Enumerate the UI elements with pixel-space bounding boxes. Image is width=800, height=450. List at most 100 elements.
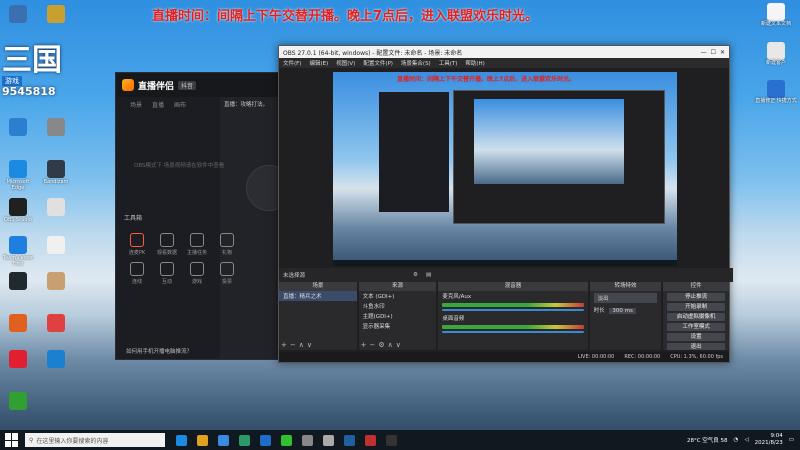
obs-window[interactable]: OBS 27.0.1 (64-bit, windows) - 配置文件: 未命名… — [278, 45, 733, 363]
close-icon[interactable]: ✕ — [720, 49, 725, 56]
live-bottom-link[interactable]: 如何用手机开播电脑推流？ — [126, 347, 192, 355]
mixer-channel-label: 桌面音频 — [442, 316, 465, 322]
search-placeholder: 在这里输入你要搜索的内容 — [36, 437, 109, 445]
exit-button[interactable]: 退出 — [667, 343, 726, 350]
taskbar-app-icon[interactable] — [323, 434, 334, 446]
tool-label: 观看数据 — [156, 250, 177, 256]
preview-live-app — [379, 92, 449, 212]
brand-number: 9545818 — [2, 85, 56, 98]
live-tab[interactable]: 直播 — [152, 100, 164, 109]
sources-footer-controls[interactable]: +−⚙∧∨ — [361, 341, 404, 349]
app-icon — [9, 236, 27, 254]
taskbar-app-icon[interactable] — [176, 434, 187, 446]
desktop-icon[interactable]: TeamViewer Free — [0, 236, 36, 267]
taskbar-app-icon[interactable] — [302, 434, 313, 446]
live-tool-item[interactable]: 连麦PK — [122, 233, 152, 256]
gear-icon[interactable]: ⚙ — [413, 272, 418, 278]
stop-stream-button[interactable]: 停止推流 — [667, 293, 726, 301]
scene-item[interactable]: 直播：精兵之术 — [279, 291, 357, 301]
desktop-icon[interactable] — [38, 236, 74, 255]
obs-preview[interactable]: 直播时间：间隔上下午交替开播。晚上7点后，进入联盟欢乐时光。 — [333, 72, 677, 266]
volume-slider[interactable] — [442, 309, 584, 311]
taskbar-app-icon[interactable] — [344, 434, 355, 446]
obs-menu-item[interactable]: 工具(T) — [439, 59, 458, 67]
taskbar-app-icon[interactable] — [386, 434, 397, 446]
desktop-icon[interactable] — [0, 350, 36, 369]
scenes-header: 场景 — [279, 282, 357, 291]
desktop-icon[interactable] — [38, 350, 74, 369]
live-tool-item[interactable]: 投票 — [212, 262, 242, 285]
preview-taskbar — [333, 260, 677, 266]
desktop-icon[interactable]: 新建文本文档 — [754, 3, 798, 27]
desktop-icon[interactable] — [38, 314, 74, 333]
volume-slider[interactable] — [442, 331, 584, 333]
taskbar-app-icon[interactable] — [197, 434, 208, 446]
live-tool-item[interactable]: 互动 — [152, 262, 182, 285]
obs-menu-item[interactable]: 文件(F) — [283, 59, 301, 67]
volume-icon[interactable]: ◁ — [744, 437, 748, 443]
taskbar-app-icon[interactable] — [281, 434, 292, 446]
desktop-icon[interactable] — [0, 314, 36, 333]
weather-text[interactable]: 28°C 空气良 58 — [687, 436, 728, 444]
clock[interactable]: 9:04 2021/8/23 — [755, 433, 783, 447]
live-tool-item[interactable]: 游戏 — [182, 262, 212, 285]
live-tool-item[interactable]: 礼物 — [212, 233, 242, 256]
settings-button[interactable]: 设置 — [667, 333, 726, 341]
taskbar-app-icon[interactable] — [218, 434, 229, 446]
virtual-camera-button[interactable]: 启动虚拟摄像机 — [667, 313, 726, 321]
filter-icon[interactable]: ▤ — [426, 272, 431, 278]
desktop-icon[interactable]: Microsoft Edge — [0, 160, 36, 191]
notification-icon[interactable]: ▭ — [789, 437, 794, 443]
desktop-icon[interactable]: 直播修正 快捷方式 — [754, 80, 798, 104]
obs-menu-item[interactable]: 配置文件(P) — [363, 59, 393, 67]
desktop-icon[interactable]: Bandizam — [38, 160, 74, 185]
obs-menu-item[interactable]: 帮助(H) — [465, 59, 484, 67]
source-item[interactable]: 显示器采集 — [359, 321, 437, 331]
live-tool-item[interactable]: 观看数据 — [152, 233, 182, 256]
live-tool-item[interactable]: 主播任务 — [182, 233, 212, 256]
desktop-icon[interactable] — [38, 118, 74, 137]
desktop-icon[interactable]: 新建客户 — [754, 42, 798, 66]
minimize-icon[interactable]: — — [701, 49, 707, 56]
app-icon — [9, 118, 27, 136]
transitions-dock: 转场特效 淡出 时长 300 ms — [589, 282, 662, 350]
live-tab[interactable]: 场景 — [130, 100, 142, 109]
maximize-icon[interactable]: ☐ — [711, 49, 716, 56]
windows-start-icon[interactable] — [5, 433, 19, 447]
mixer-channel-label: 麦克风/Aux — [442, 294, 472, 300]
live-tool-item[interactable]: 连线 — [122, 262, 152, 285]
taskbar-app-icon[interactable] — [239, 434, 250, 446]
tool-icon — [190, 262, 204, 276]
desktop-icon[interactable] — [38, 198, 74, 217]
app-icon — [47, 272, 65, 290]
duration-value[interactable]: 300 ms — [609, 308, 636, 314]
desktop-icon[interactable] — [38, 5, 74, 24]
desktop-icon[interactable]: OBS Studio — [0, 198, 36, 223]
desktop-icon[interactable] — [0, 118, 36, 137]
source-item[interactable]: 主题(GDI+) — [359, 311, 437, 321]
live-companion-window[interactable]: 直播伴侣 抖音 场景 直播 画布 直播：攻略打法。 OBS模式下·场景视频请在软… — [115, 72, 292, 360]
duration-label: 时长 — [593, 308, 605, 314]
source-item[interactable]: 文本 (GDI+) — [359, 291, 437, 301]
desktop-icon[interactable] — [0, 392, 36, 411]
start-record-button[interactable]: 开始录制 — [667, 303, 726, 311]
transition-duration[interactable]: 时长 300 ms — [590, 305, 662, 315]
obs-menu-item[interactable]: 视图(V) — [336, 59, 355, 67]
live-platform-tag[interactable]: 抖音 — [178, 80, 197, 90]
source-item[interactable]: 斗鱼水印 — [359, 301, 437, 311]
wifi-icon[interactable]: ◔ — [734, 437, 739, 443]
scenes-footer-controls[interactable]: +−∧∨ — [281, 341, 315, 349]
desktop-icon-label: Bandizam — [43, 179, 69, 185]
transition-select[interactable]: 淡出 — [593, 293, 658, 303]
search-icon: ⚲ — [29, 436, 34, 444]
taskbar-search[interactable]: ⚲ 在这里输入你要搜索的内容 — [25, 433, 165, 447]
taskbar-app-icon[interactable] — [260, 434, 271, 446]
desktop-icon[interactable] — [0, 272, 36, 291]
taskbar-app-icon[interactable] — [365, 434, 376, 446]
obs-menu-item[interactable]: 编辑(E) — [309, 59, 328, 67]
studio-mode-button[interactable]: 工作室模式 — [667, 323, 726, 331]
desktop-icon[interactable] — [0, 5, 36, 24]
live-tab[interactable]: 画布 — [174, 100, 186, 109]
obs-menu-item[interactable]: 场景集合(S) — [401, 59, 431, 67]
desktop-icon[interactable] — [38, 272, 74, 291]
